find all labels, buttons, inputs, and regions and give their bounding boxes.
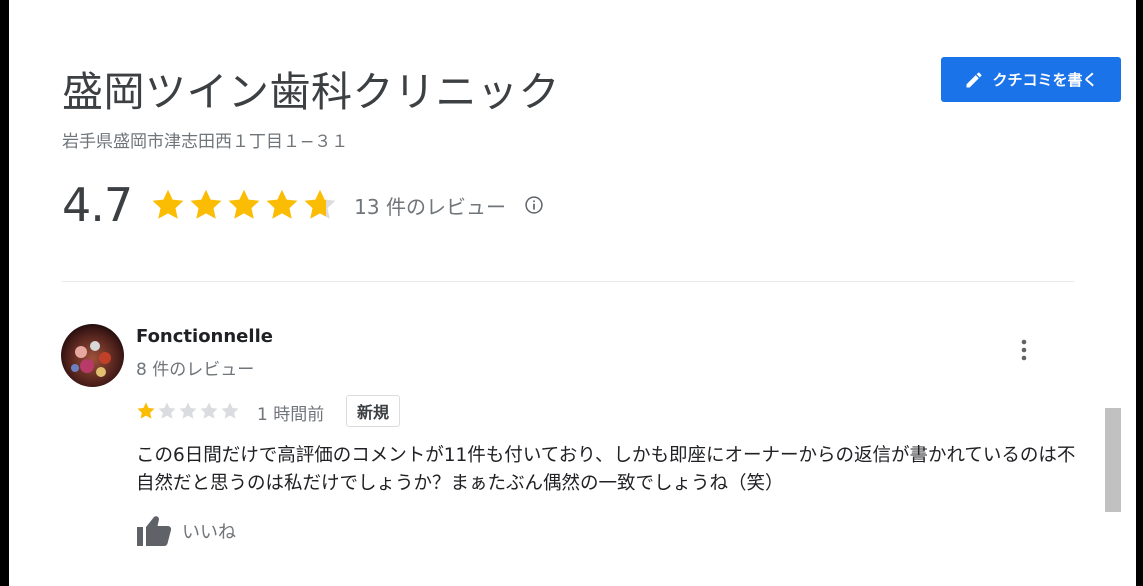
- place-title: 盛岡ツイン歯科クリニック: [62, 68, 560, 116]
- reviewer-avatar[interactable]: [61, 324, 124, 387]
- info-icon[interactable]: [524, 195, 544, 215]
- window-left-edge: [0, 0, 9, 586]
- section-divider: [62, 281, 1074, 282]
- rating-score: 4.7: [62, 178, 133, 232]
- window-right-edge: [1136, 0, 1143, 586]
- star-icon: [228, 189, 260, 219]
- star-icon: [152, 189, 184, 219]
- reviewer-name[interactable]: Fonctionnelle: [136, 326, 273, 347]
- like-label: いいね: [182, 522, 236, 543]
- star-icon: [179, 402, 197, 419]
- write-review-label: クチコミを書く: [992, 71, 1098, 89]
- write-review-button[interactable]: クチコミを書く: [941, 57, 1121, 102]
- review-text: この6日間だけで高評価のコメントが11件も付いており、しかも即座にオーナーからの…: [136, 445, 1076, 494]
- like-button[interactable]: いいね: [136, 515, 236, 547]
- place-address: 岩手県盛岡市津志田西１丁目１−３１: [62, 132, 349, 152]
- star-icon: [137, 402, 155, 419]
- rating-stars: [150, 187, 338, 223]
- pencil-icon: [966, 71, 982, 87]
- thumbs-up-icon: [137, 516, 172, 546]
- star-icon: [190, 189, 222, 219]
- rating-summary: 4.7 13 件のレビュー: [62, 175, 544, 235]
- reviewer-review-count: 8 件のレビュー: [136, 360, 255, 380]
- star-icon: [200, 402, 218, 419]
- star-icon: [266, 189, 298, 219]
- more-vert-icon[interactable]: [1012, 336, 1036, 364]
- star-icon: [158, 402, 176, 419]
- new-badge: 新規: [346, 395, 401, 427]
- review-stars: [136, 401, 240, 421]
- scrollbar-thumb[interactable]: [1105, 408, 1121, 512]
- review-count-link[interactable]: 13 件のレビュー: [354, 191, 506, 220]
- review-time: 1 時間前: [257, 405, 325, 425]
- star-icon: [304, 189, 336, 219]
- star-icon: [221, 402, 239, 419]
